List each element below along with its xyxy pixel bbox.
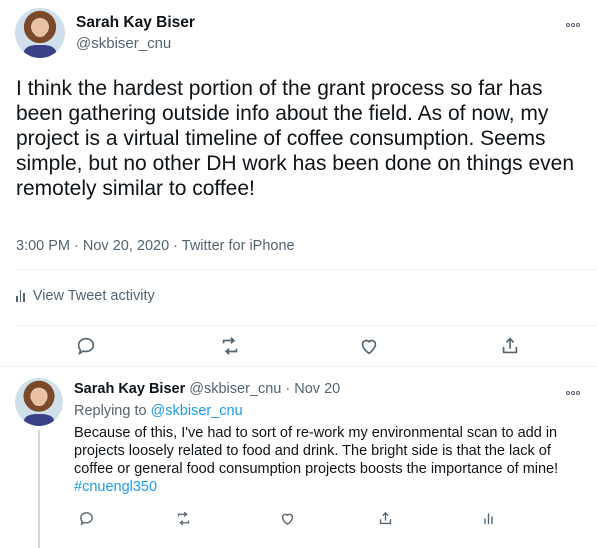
reply-author-name[interactable]: Sarah Kay Biser	[74, 381, 185, 397]
replying-to-line: Replying to @skbiser_cnu	[74, 403, 243, 419]
view-tweet-activity-link[interactable]: View Tweet activity	[16, 288, 155, 304]
activity-label: View Tweet activity	[32, 288, 155, 304]
analytics-icon[interactable]	[480, 510, 497, 527]
avatar-shirt	[24, 45, 56, 58]
divider	[16, 325, 597, 326]
analytics-icon	[16, 290, 25, 302]
divider	[16, 269, 597, 270]
share-icon[interactable]	[377, 510, 394, 527]
like-icon[interactable]	[358, 335, 380, 357]
separator: ·	[285, 381, 291, 397]
avatar-shirt	[23, 413, 55, 426]
reply-icon[interactable]	[78, 510, 95, 527]
share-icon[interactable]	[499, 335, 521, 357]
replying-to-link[interactable]: @skbiser_cnu	[151, 403, 243, 419]
divider	[0, 366, 597, 367]
reply-avatar[interactable]	[15, 378, 63, 426]
reply-body: Because of this, I've had to sort of re-…	[74, 425, 559, 477]
thread-line	[38, 430, 40, 548]
reply-header: Sarah Kay Biser @skbiser_cnu · Nov 20	[74, 381, 340, 397]
reply-author-handle[interactable]: @skbiser_cnu	[189, 381, 281, 397]
tweet-meta[interactable]: 3:00 PM · Nov 20, 2020 · Twitter for iPh…	[16, 238, 295, 254]
retweet-icon[interactable]	[175, 510, 192, 527]
avatar-face	[33, 20, 47, 37]
replying-prefix: Replying to	[74, 403, 151, 419]
retweet-icon[interactable]	[219, 335, 241, 357]
avatar[interactable]	[15, 8, 65, 58]
author-name[interactable]: Sarah Kay Biser	[76, 14, 195, 32]
avatar-face	[32, 389, 46, 406]
more-options-icon[interactable]	[566, 385, 581, 395]
more-options-icon[interactable]	[566, 17, 581, 27]
reply-icon[interactable]	[75, 335, 97, 357]
tweet-text: I think the hardest portion of the grant…	[16, 77, 575, 200]
hashtag-link[interactable]: #cnuengl350	[74, 479, 157, 495]
reply-date[interactable]: Nov 20	[294, 381, 340, 397]
reply-text: Because of this, I've had to sort of re-…	[74, 424, 574, 496]
like-icon[interactable]	[279, 510, 296, 527]
author-handle[interactable]: @skbiser_cnu	[76, 35, 171, 52]
